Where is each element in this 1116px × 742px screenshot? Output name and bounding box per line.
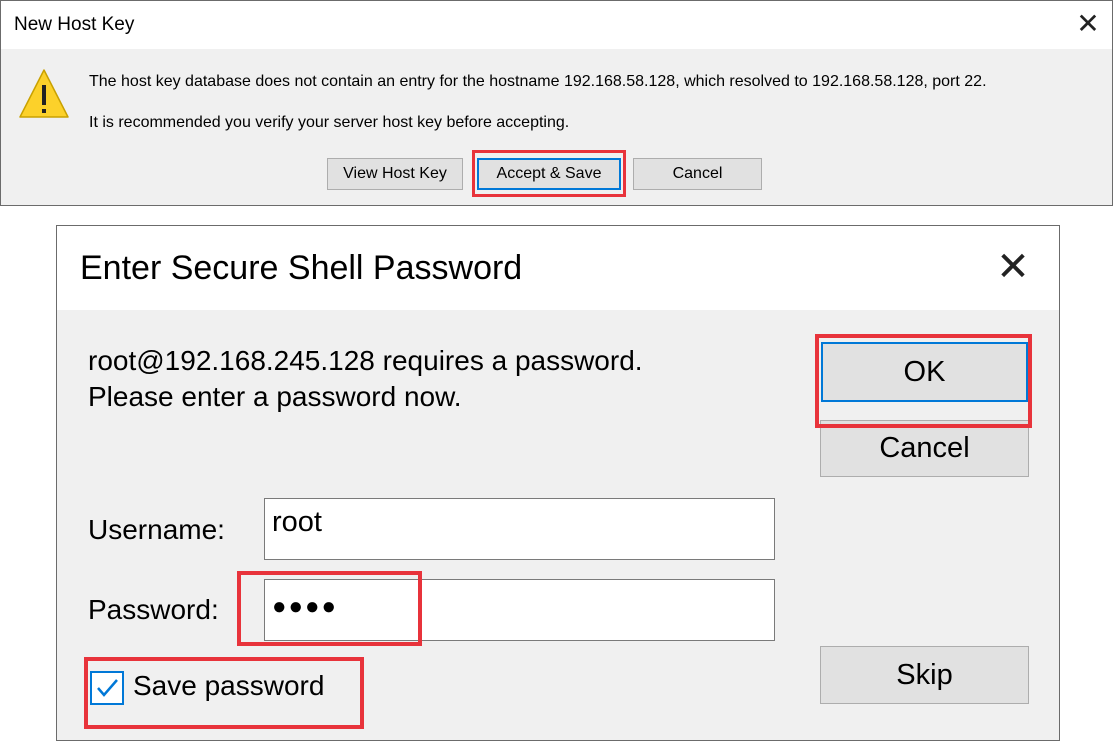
close-icon[interactable]: ✕ — [1073, 9, 1103, 39]
close-icon[interactable]: ✕ — [992, 246, 1034, 288]
username-label: Username: — [88, 514, 225, 545]
dialog-title: Enter Secure Shell Password — [80, 249, 523, 287]
ssh-password-dialog: Enter Secure Shell Password ✕ root@192.1… — [56, 225, 1060, 741]
warning-icon — [19, 69, 69, 118]
message-hostname: The host key database does not contain a… — [89, 73, 987, 90]
cancel-button[interactable]: Cancel — [820, 420, 1029, 477]
new-host-key-dialog: New Host Key ✕ The host key database doe… — [0, 0, 1113, 206]
skip-button[interactable]: Skip — [820, 646, 1029, 704]
prompt-requires-password: root@192.168.245.128 requires a password… — [88, 345, 643, 376]
title-bar: Enter Secure Shell Password ✕ — [57, 226, 1059, 310]
dialog-title: New Host Key — [14, 14, 135, 35]
password-highlight-box — [237, 571, 422, 646]
cancel-button[interactable]: Cancel — [633, 158, 762, 190]
password-label: Password: — [88, 594, 219, 625]
prompt-enter-password: Please enter a password now. — [88, 381, 462, 412]
message-recommendation: It is recommended you verify your server… — [89, 114, 570, 131]
username-field[interactable]: root — [264, 498, 775, 560]
title-bar: New Host Key ✕ — [1, 1, 1112, 49]
ok-highlight-box — [815, 334, 1032, 428]
view-host-key-button[interactable]: View Host Key — [327, 158, 463, 190]
accept-highlight-box — [472, 150, 626, 197]
save-password-highlight-box — [84, 657, 364, 729]
